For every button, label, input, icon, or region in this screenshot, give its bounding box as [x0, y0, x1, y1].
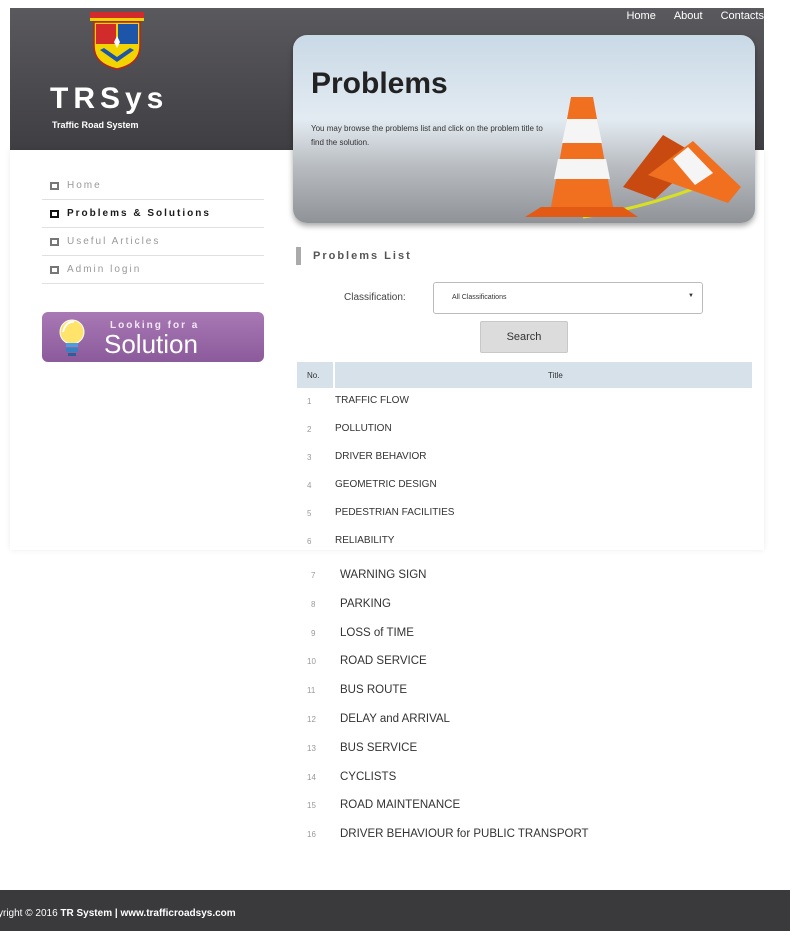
table-row[interactable]: 2 POLLUTION	[297, 421, 752, 441]
row-number: 13	[307, 743, 316, 753]
row-number: 14	[307, 772, 316, 782]
table-row[interactable]: 15 ROAD MAINTENANCE	[297, 797, 752, 817]
row-number: 4	[307, 481, 312, 490]
footer-website-link[interactable]: www.trafficroadsys.com	[120, 908, 235, 919]
solution-promo-banner[interactable]: Looking for a Solution	[42, 312, 264, 362]
square-bullet-icon	[50, 265, 59, 274]
row-number: 8	[311, 599, 316, 609]
site-logo-subtitle: Traffic Road System	[52, 120, 139, 130]
problem-title-link[interactable]: BUS SERVICE	[340, 742, 417, 754]
column-header-title: Title	[548, 371, 563, 380]
row-number: 3	[307, 453, 312, 462]
row-number: 6	[307, 537, 312, 546]
row-number: 12	[307, 715, 316, 724]
problem-title-link[interactable]: WARNING SIGN	[340, 569, 426, 581]
promo-headline: Solution	[104, 329, 198, 359]
table-row[interactable]: 1 TRAFFIC FLOW	[297, 393, 752, 413]
table-row[interactable]: 7 WARNING SIGN	[297, 567, 752, 587]
section-title: Problems List	[313, 250, 412, 262]
problem-title-link[interactable]: PARKING	[340, 598, 391, 610]
sidebar-item-label: Useful Articles	[67, 236, 161, 247]
sidebar-item-label: Problems & Solutions	[67, 208, 211, 219]
table-row[interactable]: 16 DRIVER BEHAVIOUR for PUBLIC TRANSPORT	[297, 826, 752, 846]
nav-home-link[interactable]: Home	[626, 10, 655, 22]
row-number: 5	[307, 509, 312, 518]
square-bullet-icon	[50, 237, 59, 246]
table-row[interactable]: 6 RELIABILITY	[297, 533, 752, 553]
site-logo-title[interactable]: TRSys	[50, 82, 168, 116]
row-number: 9	[311, 628, 316, 638]
problem-title-link[interactable]: PEDESTRIAN FACILITIES	[335, 507, 454, 518]
sidebar-item-problems-solutions[interactable]: Problems & Solutions	[42, 200, 264, 228]
problem-title-link[interactable]: POLLUTION	[335, 423, 392, 434]
table-row[interactable]: 9 LOSS of TIME	[297, 625, 752, 645]
university-crest-icon	[90, 12, 144, 70]
page-banner: Problems You may browse the problems lis…	[293, 35, 755, 223]
problem-title-link[interactable]: GEOMETRIC DESIGN	[335, 479, 437, 490]
square-bullet-icon	[50, 209, 59, 218]
square-bullet-icon	[50, 181, 59, 190]
row-number: 7	[311, 571, 316, 580]
problem-title-link[interactable]: TRAFFIC FLOW	[335, 395, 409, 406]
sidebar-item-label: Home	[67, 180, 102, 191]
section-marker	[296, 247, 301, 265]
problem-title-link[interactable]: BUS ROUTE	[340, 684, 407, 696]
column-header-no: No.	[307, 371, 320, 380]
lightbulb-icon	[59, 319, 85, 356]
page-description: You may browse the problems list and cli…	[311, 124, 543, 147]
row-number: 15	[307, 801, 316, 811]
dropdown-arrow-icon: ▼	[688, 293, 694, 299]
sidebar-item-useful-articles[interactable]: Useful Articles	[42, 228, 264, 256]
table-row[interactable]: 11 BUS ROUTE	[297, 682, 752, 702]
problem-title-link[interactable]: DRIVER BEHAVIOR	[335, 451, 427, 462]
problem-title-link[interactable]: LOSS of TIME	[340, 627, 414, 639]
footer-copyright: yright © 2016 TR System | www.trafficroa…	[0, 908, 236, 919]
problem-title-link[interactable]: ROAD SERVICE	[340, 655, 427, 667]
table-row[interactable]: 5 PEDESTRIAN FACILITIES	[297, 505, 752, 525]
table-row[interactable]: 8 PARKING	[297, 596, 752, 616]
column-divider	[333, 362, 335, 388]
row-number: 11	[307, 686, 316, 696]
nav-contacts-link[interactable]: Contacts	[721, 10, 764, 22]
classification-selected-value: All Classifications	[452, 294, 507, 301]
footer-company: TR System	[60, 908, 113, 919]
problem-title-link[interactable]: ROAD MAINTENANCE	[340, 799, 460, 811]
problem-title-link[interactable]: RELIABILITY	[335, 535, 394, 546]
classification-select[interactable]: All Classifications ▼	[433, 282, 703, 314]
table-row[interactable]: 4 GEOMETRIC DESIGN	[297, 477, 752, 497]
row-number: 1	[307, 397, 312, 406]
sidebar-nav: Home Problems & Solutions Useful Article…	[42, 172, 264, 284]
top-nav: Home About Contacts	[626, 10, 764, 22]
problem-title-link[interactable]: DELAY and ARRIVAL	[340, 713, 450, 725]
classification-label: Classification:	[344, 292, 406, 303]
search-button[interactable]: Search	[480, 321, 568, 353]
table-header: No. Title	[297, 362, 752, 388]
row-number: 10	[307, 657, 316, 667]
table-row[interactable]: 3 DRIVER BEHAVIOR	[297, 449, 752, 469]
table-row[interactable]: 12 DELAY and ARRIVAL	[297, 711, 752, 731]
page-title: Problems	[311, 67, 448, 100]
problem-title-link[interactable]: DRIVER BEHAVIOUR for PUBLIC TRANSPORT	[340, 828, 589, 840]
sidebar-item-home[interactable]: Home	[42, 172, 264, 200]
row-number: 2	[307, 425, 312, 434]
problem-title-link[interactable]: CYCLISTS	[340, 771, 396, 783]
row-number: 16	[307, 830, 316, 840]
nav-about-link[interactable]: About	[674, 10, 703, 22]
sidebar-item-label: Admin login	[67, 264, 142, 275]
table-row[interactable]: 13 BUS SERVICE	[297, 740, 752, 760]
table-row[interactable]: 14 CYCLISTS	[297, 769, 752, 789]
sidebar-item-admin-login[interactable]: Admin login	[42, 256, 264, 284]
traffic-cones-image	[525, 97, 741, 219]
footer-copyright-text: yright © 2016	[0, 908, 61, 919]
table-row[interactable]: 10 ROAD SERVICE	[297, 653, 752, 673]
